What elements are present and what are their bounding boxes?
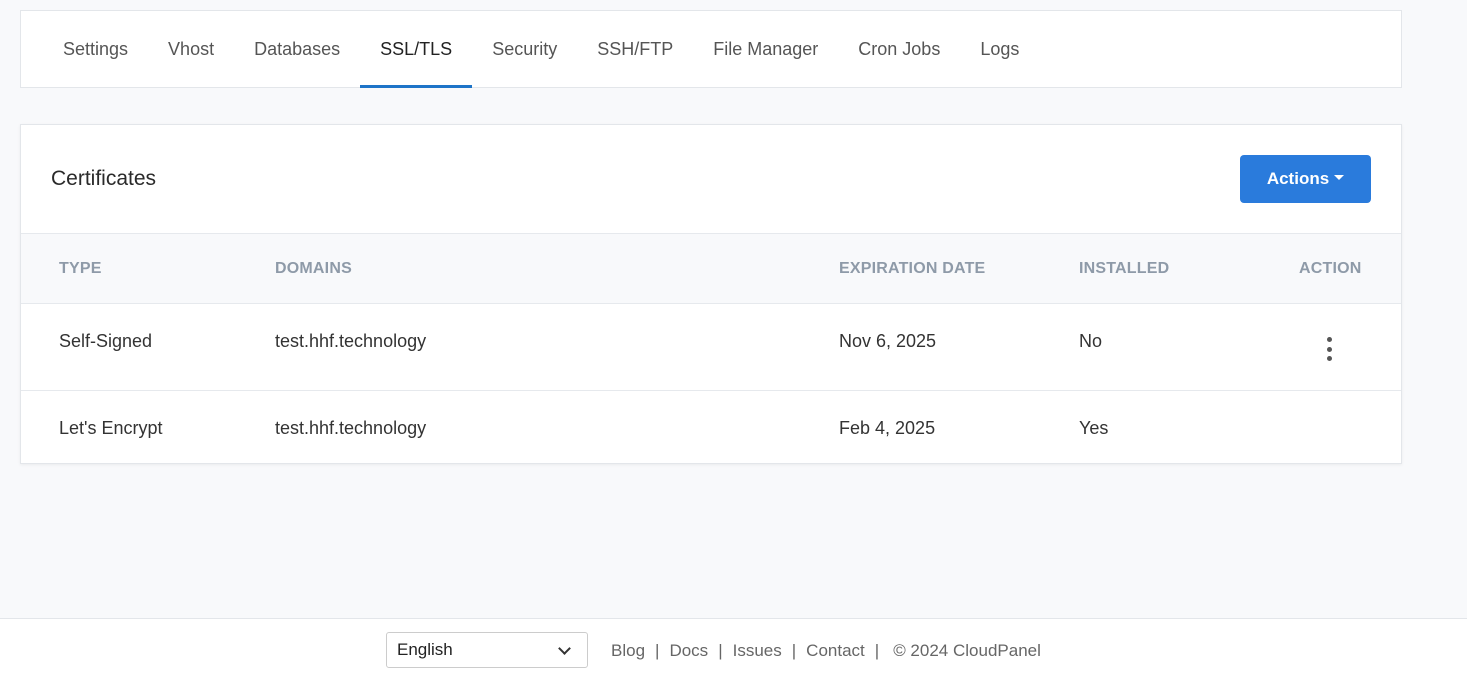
- cell-installed: No: [1079, 331, 1103, 351]
- tab-label: Security: [492, 38, 558, 59]
- separator: |: [718, 641, 723, 660]
- certificates-title: Certificates: [51, 167, 157, 190]
- column-header-type: TYPE: [59, 260, 102, 277]
- blog-link[interactable]: Blog: [611, 641, 645, 661]
- copyright-text: © 2024 CloudPanel: [893, 641, 1041, 660]
- tab-settings[interactable]: Settings: [43, 11, 148, 87]
- language-value: English: [397, 640, 453, 659]
- tab-label: SSL/TLS: [380, 38, 453, 59]
- cell-domains: test.hhf.technology: [275, 331, 427, 351]
- tabs-card: Settings Vhost Databases SSL/TLS Securit…: [20, 10, 1402, 88]
- footer-links: Blog | Docs | Issues | Contact | © 2024 …: [611, 641, 1041, 661]
- column-header-action: ACTION: [1299, 260, 1362, 277]
- table-header: TYPE DOMAINS EXPIRATION DATE INSTALLED A…: [21, 234, 1401, 304]
- tab-logs[interactable]: Logs: [960, 11, 1039, 87]
- language-select[interactable]: English: [386, 632, 588, 668]
- tab-databases[interactable]: Databases: [234, 11, 360, 87]
- cell-expiration: Nov 6, 2025: [839, 331, 937, 351]
- separator: |: [874, 641, 880, 660]
- table-row: Let's Encrypt test.hhf.technology Feb 4,…: [21, 391, 1401, 464]
- more-options-icon[interactable]: [1321, 337, 1337, 361]
- caret-down-icon: [1334, 175, 1345, 180]
- kebab-dot: [1326, 337, 1332, 342]
- kebab-dot: [1326, 346, 1332, 352]
- tab-label: Logs: [980, 38, 1020, 59]
- tab-cron-jobs[interactable]: Cron Jobs: [838, 11, 960, 87]
- tab-label: Vhost: [168, 38, 215, 59]
- tab-label: Settings: [63, 38, 129, 59]
- actions-button[interactable]: Actions: [1240, 155, 1371, 203]
- column-header-expiration: EXPIRATION DATE: [839, 260, 986, 277]
- tab-file-manager[interactable]: File Manager: [693, 11, 838, 87]
- card-header: Certificates Actions: [21, 125, 1401, 234]
- docs-link[interactable]: Docs: [669, 641, 708, 661]
- cell-installed: Yes: [1079, 418, 1109, 438]
- tab-ssl-tls[interactable]: SSL/TLS: [360, 11, 473, 88]
- tab-security[interactable]: Security: [472, 11, 577, 87]
- cell-expiration: Feb 4, 2025: [839, 418, 936, 438]
- cell-type: Self-Signed: [59, 331, 153, 351]
- tab-vhost[interactable]: Vhost: [148, 11, 234, 87]
- certificates-card: Certificates Actions TYPE DOMAINS EXPIRA…: [20, 124, 1402, 464]
- tab-ssh-ftp[interactable]: SSH/FTP: [577, 11, 693, 87]
- tab-bar: Settings Vhost Databases SSL/TLS Securit…: [43, 11, 1039, 88]
- cell-domains: test.hhf.technology: [275, 418, 427, 438]
- table-row: Self-Signed test.hhf.technology Nov 6, 2…: [21, 304, 1401, 391]
- tab-label: Cron Jobs: [858, 38, 941, 59]
- contact-link[interactable]: Contact: [806, 641, 865, 661]
- footer: English Blog | Docs | Issues | Contact |…: [0, 618, 1467, 680]
- issues-link[interactable]: Issues: [733, 641, 782, 661]
- actions-label: Actions: [1266, 169, 1330, 188]
- tab-label: SSH/FTP: [597, 38, 674, 59]
- separator: |: [655, 641, 660, 660]
- column-header-installed: INSTALLED: [1079, 260, 1170, 277]
- chevron-down-icon: [558, 642, 571, 655]
- kebab-dot: [1326, 356, 1332, 361]
- tab-label: File Manager: [713, 38, 819, 59]
- column-header-domains: DOMAINS: [275, 260, 352, 277]
- cell-type: Let's Encrypt: [59, 418, 163, 438]
- tab-label: Databases: [254, 38, 341, 59]
- separator: |: [791, 641, 797, 660]
